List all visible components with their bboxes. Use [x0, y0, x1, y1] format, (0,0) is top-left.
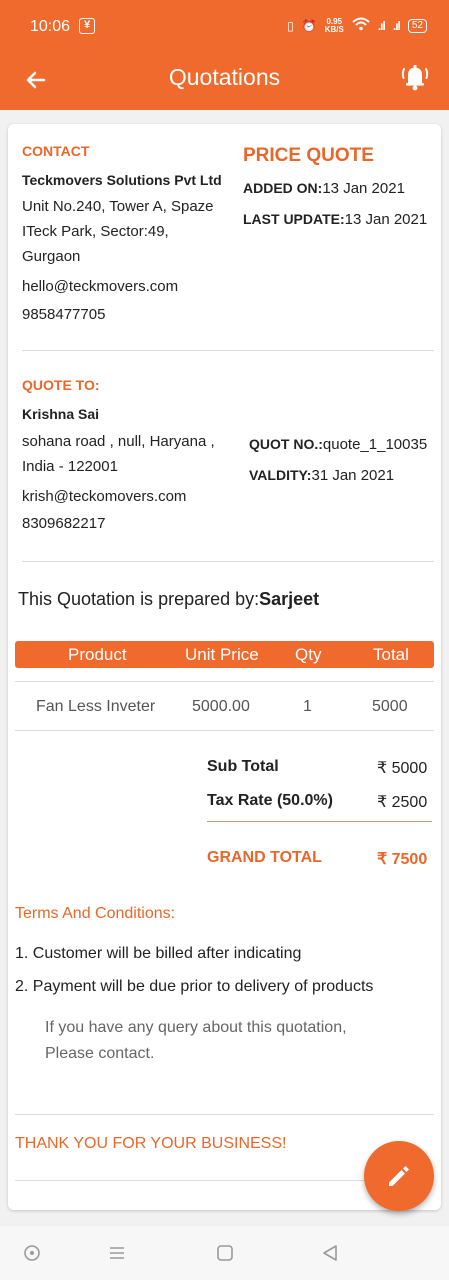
subtotal-label: Sub Total	[207, 758, 279, 775]
vibrate-icon: ▯	[287, 18, 294, 33]
prepared-by-text: This Quotation is prepared by:	[18, 589, 260, 609]
back-triangle-icon[interactable]	[320, 1243, 340, 1263]
validity: VALDITY:31 Jan 2021	[249, 467, 394, 484]
signal-1-icon: .ıl	[377, 18, 386, 33]
quote-to-address-line1: sohana road , null, Haryana ,	[22, 433, 215, 450]
last-update-value: 13 Jan 2021	[344, 211, 428, 228]
col-header-unit-price: Unit Price	[185, 645, 259, 664]
contact-label: CONTACT	[22, 143, 90, 159]
quote-number-label: QUOT NO.:	[249, 436, 323, 452]
assistant-circle-icon[interactable]	[22, 1243, 42, 1263]
table-top-line	[15, 681, 434, 682]
status-bar: 10:06 ¥ ▯ ⏰ 0.95 KB/S .ıl .ıl 52	[0, 0, 449, 54]
query-line-1: If you have any query about this quotati…	[45, 1019, 347, 1036]
added-on-label: ADDED ON:	[243, 180, 323, 196]
price-quote-title: PRICE QUOTE	[243, 145, 374, 166]
divider-3	[15, 1114, 434, 1115]
quote-to-email: krish@teckomovers.com	[22, 488, 187, 505]
app-bar: Quotations	[0, 54, 449, 110]
terms-item-1: 1. Customer will be billed after indicat…	[15, 945, 302, 962]
thank-you-text: THANK YOU FOR YOUR BUSINESS!	[15, 1135, 287, 1152]
table-header: Product Unit Price Qty Total	[15, 641, 434, 668]
contact-company: Teckmovers Solutions Pvt Ltd	[22, 172, 222, 188]
row-unit-price: 5000.00	[192, 698, 250, 715]
col-header-total: Total	[373, 645, 409, 664]
prepared-by-name: Sarjeet	[259, 589, 320, 609]
status-time: 10:06	[30, 18, 71, 35]
terms-title: Terms And Conditions:	[15, 905, 176, 922]
pencil-icon	[389, 1166, 409, 1186]
contact-email: hello@teckmovers.com	[22, 278, 179, 295]
subtotal-value: ₹ 5000	[377, 760, 428, 777]
row-total: 5000	[372, 698, 408, 715]
added-on-value: 13 Jan 2021	[322, 180, 405, 197]
alarm-icon: ⏰	[301, 18, 317, 33]
quote-number: QUOT NO.:quote_1_10035	[249, 436, 427, 453]
divider-1	[22, 350, 434, 351]
notification-app-icon: ¥	[79, 18, 95, 34]
prepared-by: This Quotation is prepared by:Sarjeet	[18, 589, 319, 610]
query-line-2: Please contact.	[45, 1045, 155, 1062]
quote-to-label: QUOTE TO:	[22, 377, 100, 393]
network-speed: 0.95 KB/S	[324, 17, 344, 34]
network-speed-unit: KB/S	[324, 24, 344, 34]
totals-divider	[207, 821, 432, 822]
grand-total-label: GRAND TOTAL	[207, 849, 322, 866]
system-nav-bar	[0, 1226, 449, 1280]
col-header-qty: Qty	[295, 645, 322, 664]
page-title: Quotations	[168, 64, 281, 90]
quote-to-name: Krishna Sai	[22, 406, 100, 422]
quote-to-address-line2: India - 122001	[22, 458, 118, 475]
tax-value: ₹ 2500	[377, 794, 428, 811]
signal-2-icon: .ıl	[392, 18, 401, 33]
quote-number-value: quote_1_10035	[322, 436, 428, 453]
contact-address-line1: Unit No.240, Tower A, Spaze	[22, 198, 214, 215]
row-qty: 1	[303, 698, 312, 715]
added-on: ADDED ON:13 Jan 2021	[243, 180, 405, 197]
battery-icon: 52	[407, 18, 427, 33]
terms-item-2: 2. Payment will be due prior to delivery…	[15, 978, 374, 995]
contact-address-line3: Gurgaon	[22, 248, 81, 265]
last-update-label: LAST UPDATE:	[243, 211, 345, 227]
validity-label: VALDITY:	[249, 467, 312, 483]
wifi-icon	[352, 17, 370, 34]
contact-address-line2: ITeck Park, Sector:49,	[22, 223, 169, 240]
status-icons: ▯ ⏰ 0.95 KB/S .ıl .ıl 52	[287, 17, 427, 34]
grand-total-value: ₹ 7500	[377, 851, 428, 868]
table-bottom-line	[15, 730, 434, 731]
edit-fab-button[interactable]	[364, 1141, 434, 1211]
bell-ring-icon[interactable]	[397, 58, 433, 94]
divider-2	[22, 561, 434, 562]
contact-phone: 9858477705	[22, 306, 106, 323]
last-update: LAST UPDATE:13 Jan 2021	[243, 211, 427, 228]
menu-icon[interactable]	[107, 1243, 127, 1263]
row-product: Fan Less Inveter	[36, 698, 156, 715]
home-square-icon[interactable]	[215, 1243, 235, 1263]
quote-to-phone: 8309682217	[22, 515, 106, 532]
col-header-product: Product	[68, 645, 127, 664]
validity-value: 31 Jan 2021	[311, 467, 395, 484]
quotation-card: CONTACT Teckmovers Solutions Pvt Ltd Uni…	[8, 124, 441, 1210]
tax-label: Tax Rate (50.0%)	[207, 792, 333, 809]
